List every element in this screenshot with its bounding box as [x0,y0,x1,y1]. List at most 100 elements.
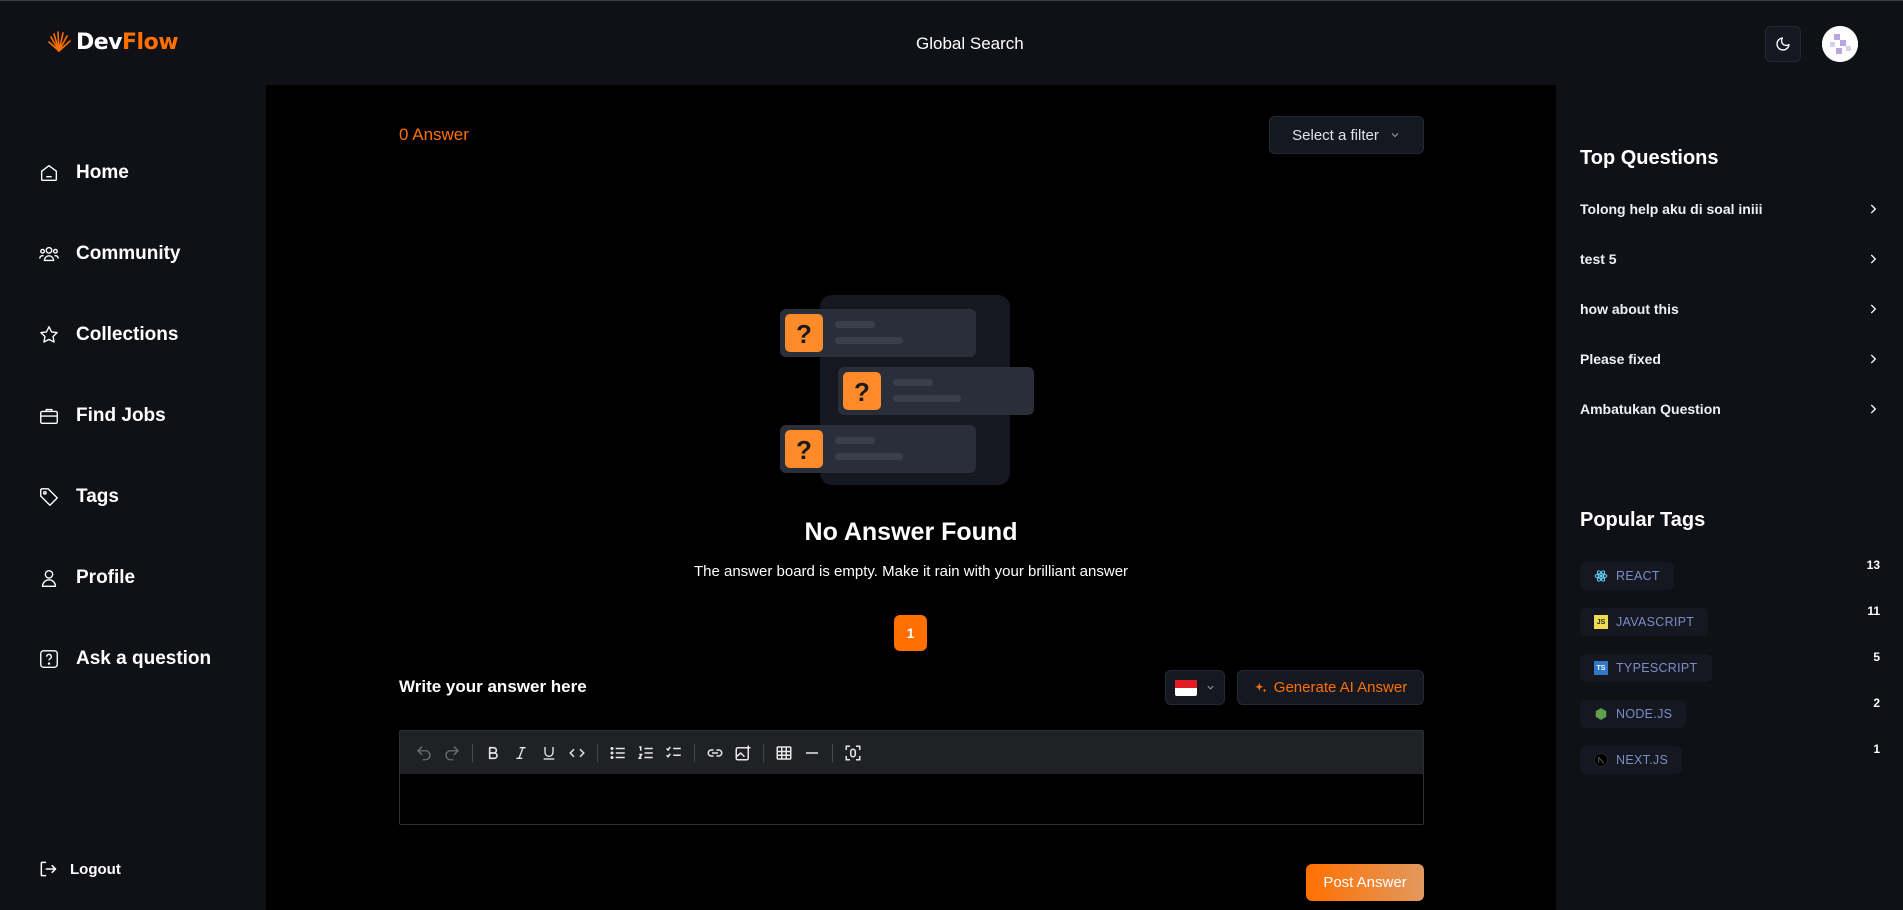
filter-select[interactable]: Select a filter [1269,116,1424,154]
sidebar-item-label: Tags [76,486,119,507]
tag-count: 5 [1873,650,1880,664]
left-sidebar: Home Community Collections Find Jobs Tag… [0,85,266,910]
chevron-right-icon [1870,354,1877,364]
link-button[interactable] [701,739,729,767]
sidebar-item-community[interactable]: Community [38,239,181,269]
javascript-icon: JS [1594,615,1608,629]
popular-tags-title: Popular Tags [1580,509,1706,531]
post-answer-button[interactable]: Post Answer [1306,864,1424,901]
tag-label: TYPESCRIPT [1616,661,1698,675]
logo-text-dev: Dev [76,29,123,55]
sidebar-item-collections[interactable]: Collections [38,320,178,350]
toolbar-divider [832,743,833,762]
main-content: 0 Answer Select a filter ? ? ? No Answer… [266,85,1556,910]
svg-text:?: ? [854,377,870,407]
chevron-right-icon [1870,404,1877,414]
top-question-text: Please fixed [1580,351,1661,367]
tag-count: 11 [1867,604,1880,618]
tag-count: 13 [1866,558,1880,572]
undo-button[interactable] [410,739,438,767]
devflow-logo[interactable]: DevFlow [46,29,179,55]
italic-button[interactable] [507,739,535,767]
code-button[interactable] [563,739,591,767]
checklist-icon [665,746,681,758]
question-icon [40,650,58,668]
indonesia-flag-icon [1174,679,1197,696]
tag-count: 1 [1873,742,1880,756]
generate-ai-answer-button[interactable]: Generate AI Answer [1237,670,1424,705]
answer-count: 0 Answer [399,125,469,144]
sidebar-item-find-jobs[interactable]: Find Jobs [38,401,166,431]
tag-pill-nextjs[interactable]: NEXT.JS [1580,746,1683,774]
answer-editor[interactable] [399,730,1424,825]
underline-button[interactable] [535,739,563,767]
tag-label: NEXT.JS [1616,753,1669,767]
horizontal-rule-button[interactable] [798,739,826,767]
top-question-text: test 5 [1580,251,1617,267]
tag-icon [40,488,58,506]
tag-label: REACT [1616,569,1660,583]
logo-icon [48,31,71,52]
sidebar-item-tags[interactable]: Tags [38,482,119,512]
tag-pill-react[interactable]: REACT [1580,562,1674,590]
logout-button[interactable]: Logout [38,859,121,879]
redo-button[interactable] [438,739,466,767]
tag-pill-nodejs[interactable]: NODE.JS [1580,700,1687,728]
user-icon [41,569,57,587]
link-icon [707,748,723,757]
checklist-button[interactable] [660,739,688,767]
empty-state-illustration: ? ? ? [780,295,1034,485]
popular-tag-row: NODE.JS 2 [1580,696,1880,730]
sidebar-item-profile[interactable]: Profile [38,563,135,593]
bold-button[interactable] [479,739,507,767]
svg-text:?: ? [796,435,812,465]
table-button[interactable] [770,739,798,767]
chevron-down-icon [1391,133,1399,138]
pagination-current-page[interactable]: 1 [894,615,927,651]
popular-tag-row: JS JAVASCRIPT 11 [1580,604,1880,638]
home-icon [40,164,58,182]
users-icon [39,246,59,262]
moon-icon [1776,37,1790,51]
language-select[interactable] [1165,670,1225,705]
top-question-item[interactable]: Ambatukan Question [1580,397,1880,421]
toolbar-divider [694,743,695,762]
bullet-list-button[interactable] [604,739,632,767]
user-avatar[interactable] [1822,26,1858,62]
tag-label: NODE.JS [1616,707,1673,721]
sidebar-item-label: Profile [76,567,136,588]
nextjs-icon [1594,753,1608,767]
theme-toggle-button[interactable] [1765,26,1801,62]
sidebar-item-home[interactable]: Home [38,158,129,188]
global-search[interactable]: Global Search [916,34,1024,54]
chevron-right-icon [1870,254,1877,264]
fullscreen-button[interactable] [839,739,867,767]
chevron-right-icon [1870,304,1877,314]
numbered-list-button[interactable] [632,739,660,767]
top-question-item[interactable]: test 5 [1580,247,1880,271]
sidebar-item-ask-question[interactable]: Ask a question [38,644,211,674]
top-question-text: Ambatukan Question [1580,401,1721,417]
tag-pill-typescript[interactable]: TS TYPESCRIPT [1580,654,1712,682]
top-question-item[interactable]: Please fixed [1580,347,1880,371]
redo-icon [445,745,459,760]
horizontal-rule-icon [806,751,818,754]
top-question-item[interactable]: how about this [1580,297,1880,321]
image-button[interactable] [729,739,757,767]
right-sidebar: Top Questions Tolong help aku di soal in… [1556,85,1903,910]
avatar-pattern [1822,26,1858,62]
fullscreen-icon [845,745,861,760]
sidebar-item-label: Ask a question [76,648,212,669]
top-question-item[interactable]: Tolong help aku di soal iniii [1580,197,1880,221]
popular-tag-row: REACT 13 [1580,558,1880,592]
svg-text:?: ? [796,319,812,349]
logo-text-flow: Flow [122,29,179,55]
react-icon [1594,570,1608,582]
top-question-text: Tolong help aku di soal iniii [1580,201,1763,217]
tag-pill-javascript[interactable]: JS JAVASCRIPT [1580,608,1709,636]
sidebar-item-label: Community [76,243,181,264]
popular-tag-row: TS TYPESCRIPT 5 [1580,650,1880,684]
generate-ai-label: Generate AI Answer [1273,679,1408,696]
nodejs-icon [1595,708,1607,720]
logout-icon [40,861,57,877]
